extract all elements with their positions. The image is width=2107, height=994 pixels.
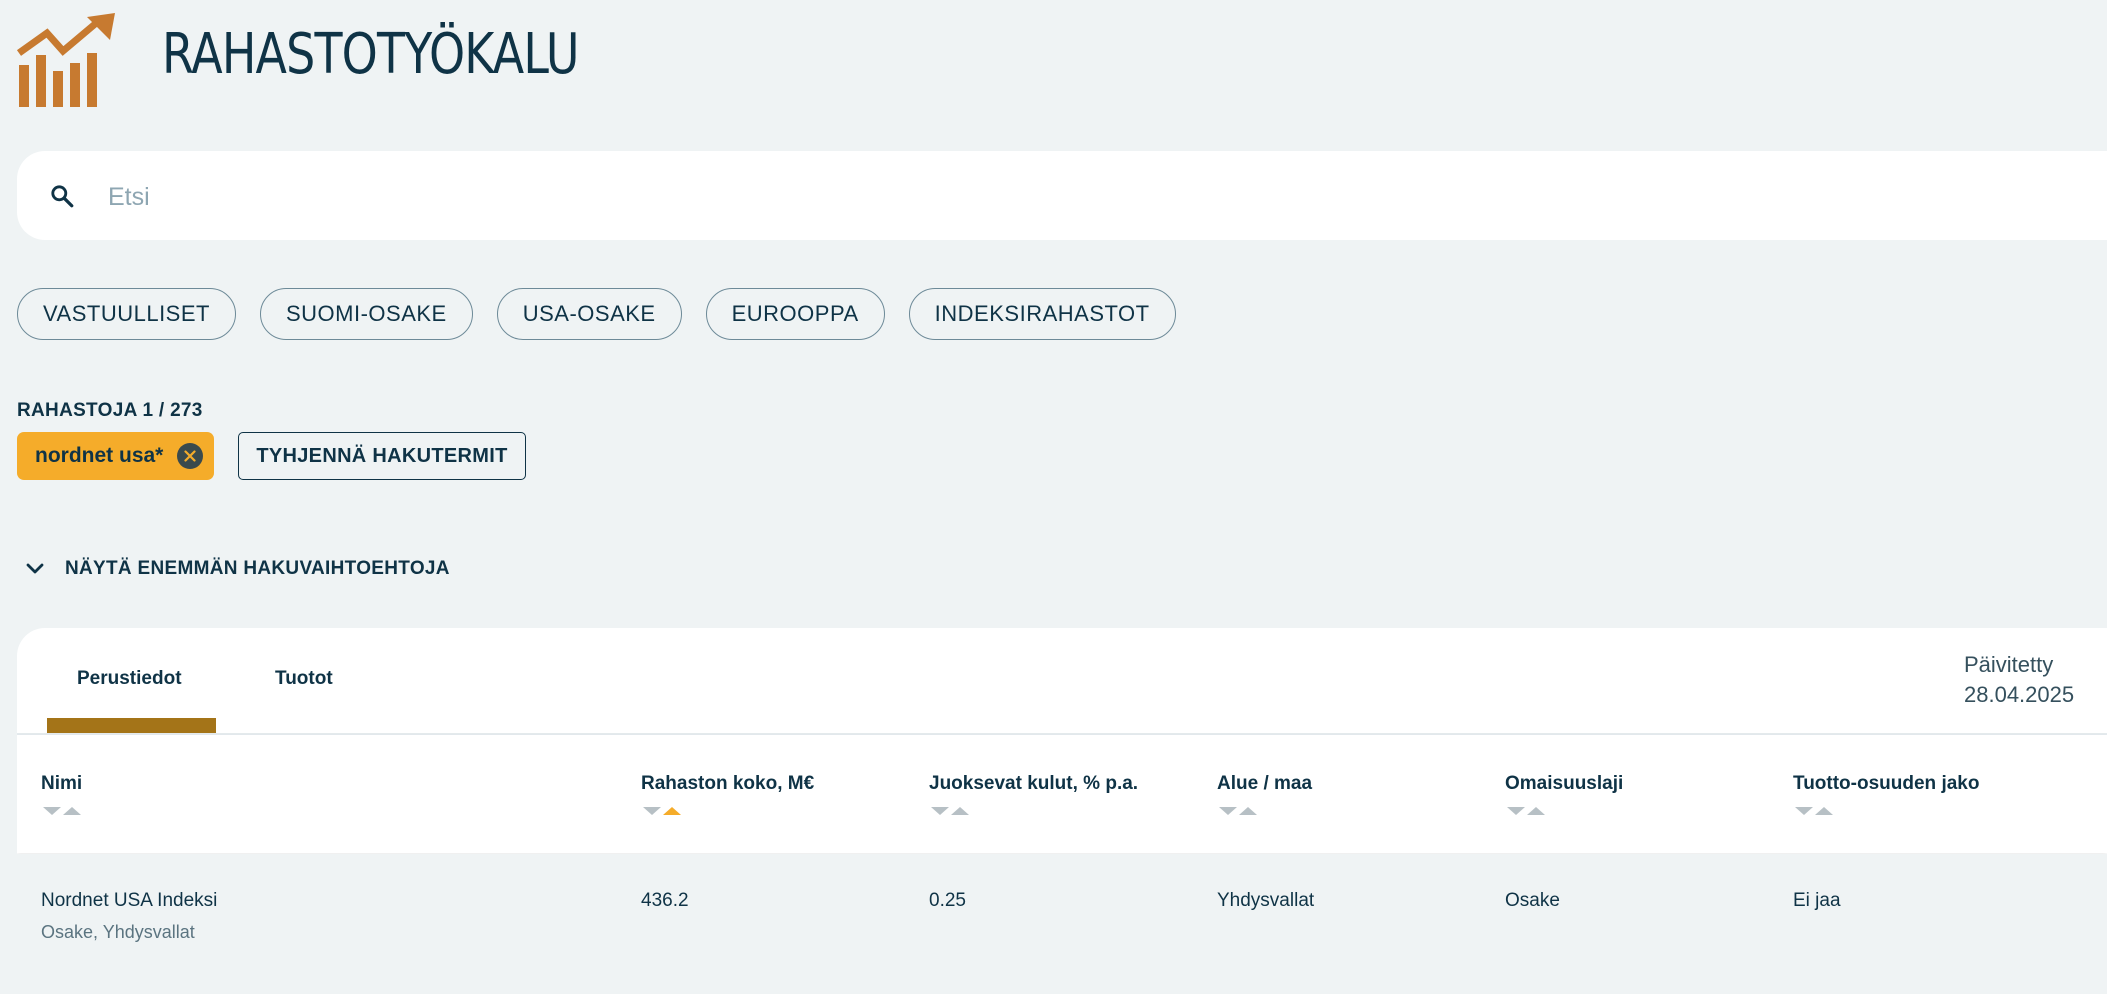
table-tabs: Perustiedot Tuotot Päivitetty 28.04.2025	[17, 628, 2107, 735]
fund-size: 436.2	[641, 890, 689, 911]
fund-table-panel: Perustiedot Tuotot Päivitetty 28.04.2025…	[17, 628, 2107, 994]
chip-usa-osake[interactable]: USA-OSAKE	[496, 288, 682, 340]
sort-arrows-icon[interactable]	[929, 804, 973, 818]
fund-distribution: Ei jaa	[1793, 890, 1841, 911]
fund-subtitle: Osake, Yhdysvallat	[41, 922, 195, 942]
clear-search-terms-button[interactable]: TYHJENNÄ HAKUTERMIT	[238, 432, 526, 480]
active-search-term: nordnet usa*	[17, 432, 214, 480]
updated-date: 28.04.2025	[1964, 682, 2075, 707]
chevron-down-icon	[26, 563, 44, 574]
column-header-tuotto-osuuden-jako[interactable]: Tuotto-osuuden jako	[1793, 773, 1979, 795]
updated-label: Päivitetty	[1964, 652, 2054, 677]
sort-arrows-icon[interactable]	[1505, 804, 1549, 818]
chip-indeksirahastot[interactable]: INDEKSIRAHASTOT	[908, 288, 1176, 340]
search-icon	[51, 185, 74, 208]
table-row[interactable]: Nordnet USA Indeksi Osake, Yhdysvallat 4…	[17, 854, 2107, 994]
column-header-rahaston-koko[interactable]: Rahaston koko, M€	[641, 773, 814, 795]
column-header-omaisuuslaji[interactable]: Omaisuuslaji	[1505, 773, 1623, 795]
more-search-options-toggle[interactable]: NÄYTÄ ENEMMÄN HAKUVAIHTOEHTOJA	[24, 558, 450, 580]
column-header-nimi[interactable]: Nimi	[41, 773, 82, 795]
fund-name-link[interactable]: Nordnet USA Indeksi	[41, 890, 217, 912]
search-input[interactable]	[106, 171, 2010, 223]
tab-perustiedot[interactable]: Perustiedot	[77, 668, 182, 690]
sort-arrows-active-icon[interactable]	[641, 804, 685, 818]
fund-costs: 0.25	[929, 890, 966, 911]
chip-eurooppa[interactable]: EUROOPPA	[705, 288, 885, 340]
quick-filter-chips: VASTUULLISET SUOMI-OSAKE USA-OSAKE EUROO…	[17, 288, 1176, 340]
tab-tuotot[interactable]: Tuotot	[275, 668, 333, 690]
more-search-options-label: NÄYTÄ ENEMMÄN HAKUVAIHTOEHTOJA	[65, 558, 450, 579]
chart-growth-logo-icon	[17, 12, 115, 107]
column-header-alue-maa[interactable]: Alue / maa	[1217, 773, 1312, 795]
search-bar[interactable]	[17, 151, 2107, 240]
active-tab-indicator	[47, 718, 216, 733]
result-count: RAHASTOJA 1 / 273	[17, 400, 203, 421]
remove-term-close-icon[interactable]	[177, 443, 203, 469]
chip-vastuulliset[interactable]: VASTUULLISET	[17, 288, 236, 340]
column-header-juoksevat-kulut[interactable]: Juoksevat kulut, % p.a.	[929, 773, 1138, 795]
header	[17, 10, 117, 110]
table-header: Nimi Rahaston koko, M€ Juoksevat kulut, …	[17, 735, 2107, 853]
chip-suomi-osake[interactable]: SUOMI-OSAKE	[259, 288, 473, 340]
fund-region: Yhdysvallat	[1217, 890, 1315, 911]
sort-arrows-icon[interactable]	[41, 804, 85, 818]
sort-arrows-icon[interactable]	[1217, 804, 1261, 818]
fund-asset-class: Osake	[1505, 890, 1560, 911]
updated-info: Päivitetty 28.04.2025	[1964, 650, 2074, 710]
active-search-term-label: nordnet usa*	[35, 444, 164, 467]
sort-arrows-icon[interactable]	[1793, 804, 1837, 818]
app-title: RAHASTOTYÖKALU	[162, 22, 579, 87]
